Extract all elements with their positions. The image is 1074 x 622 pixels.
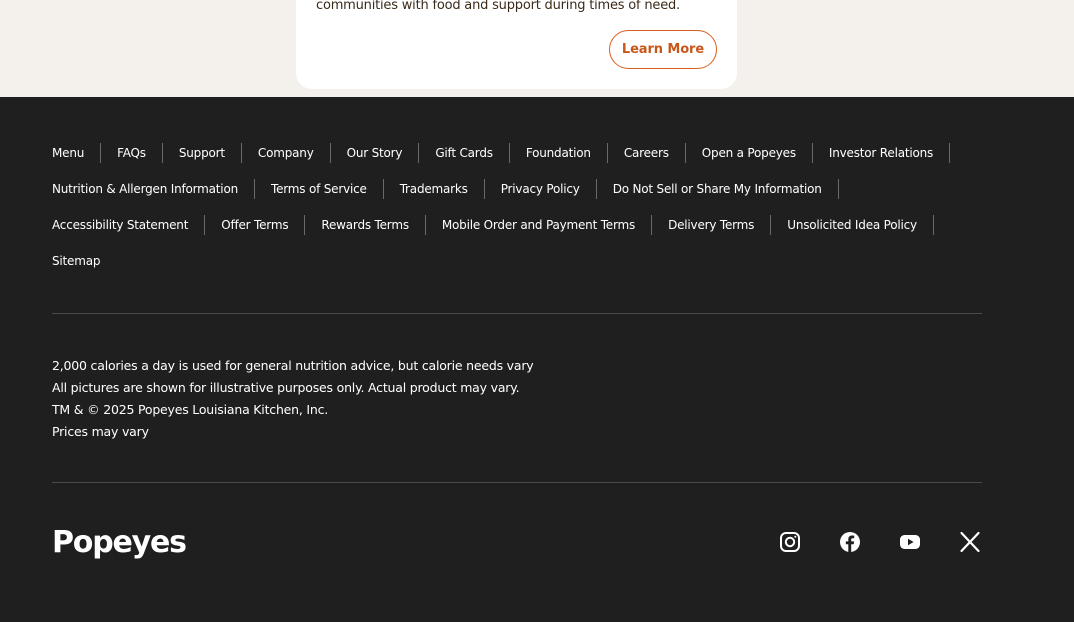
disclaimer-prices: Prices may vary [52,424,149,439]
footer-link-support[interactable]: Support [179,143,242,163]
footer-disclaimers: 2,000 calories a day is used for general… [52,355,534,443]
footer-link-row-3: Accessibility Statement Offer Terms Rewa… [52,215,992,235]
footer-link-row-4: Sitemap [52,251,992,271]
footer-divider-bottom [52,482,982,483]
footer-link-rewards-terms[interactable]: Rewards Terms [321,215,426,235]
footer-link-accessibility[interactable]: Accessibility Statement [52,215,206,235]
promo-section: communities with food and support during… [0,0,1074,97]
disclaimer-copyright: TM & © 2025 Popeyes Louisiana Kitchen, I… [52,402,329,417]
footer-link-unsolicited-idea[interactable]: Unsolicited Idea Policy [787,215,934,235]
footer-link-menu[interactable]: Menu [52,143,102,163]
disclaimer-calories: 2,000 calories a day is used for general… [52,358,534,373]
facebook-icon[interactable] [838,530,862,554]
footer-link-company[interactable]: Company [258,143,331,163]
social-links [778,530,982,554]
footer-link-foundation[interactable]: Foundation [526,143,608,163]
footer-link-open-a-popeyes[interactable]: Open a Popeyes [702,143,813,163]
instagram-icon[interactable] [778,530,802,554]
footer-link-nutrition[interactable]: Nutrition & Allergen Information [52,179,255,199]
x-icon[interactable] [958,530,982,554]
youtube-icon[interactable] [898,530,922,554]
footer-link-terms-of-service[interactable]: Terms of Service [271,179,384,199]
footer-link-do-not-sell[interactable]: Do Not Sell or Share My Information [613,179,839,199]
popeyes-logo[interactable]: Popeyes [52,526,187,560]
footer-link-trademarks[interactable]: Trademarks [400,179,485,199]
footer-link-delivery-terms[interactable]: Delivery Terms [668,215,772,235]
footer-link-investor-relations[interactable]: Investor Relations [829,143,951,163]
footer-link-gift-cards[interactable]: Gift Cards [435,143,510,163]
footer-link-careers[interactable]: Careers [624,143,686,163]
footer-link-row-2: Nutrition & Allergen Information Terms o… [52,179,992,199]
disclaimer-pictures: All pictures are shown for illustrative … [52,380,520,395]
footer-link-row-1: Menu FAQs Support Company Our Story Gift… [52,143,992,163]
footer-link-our-story[interactable]: Our Story [347,143,420,163]
footer-link-offer-terms[interactable]: Offer Terms [221,215,306,235]
promo-card: communities with food and support during… [296,0,737,89]
footer-link-faqs[interactable]: FAQs [117,143,163,163]
footer-divider-top [52,313,982,314]
footer-link-mobile-order-terms[interactable]: Mobile Order and Payment Terms [442,215,653,235]
footer-link-privacy-policy[interactable]: Privacy Policy [501,179,597,199]
promo-text: communities with food and support during… [316,0,680,13]
footer-links: Menu FAQs Support Company Our Story Gift… [52,143,992,287]
learn-more-button[interactable]: Learn More [609,30,717,69]
footer-link-sitemap[interactable]: Sitemap [52,251,116,271]
